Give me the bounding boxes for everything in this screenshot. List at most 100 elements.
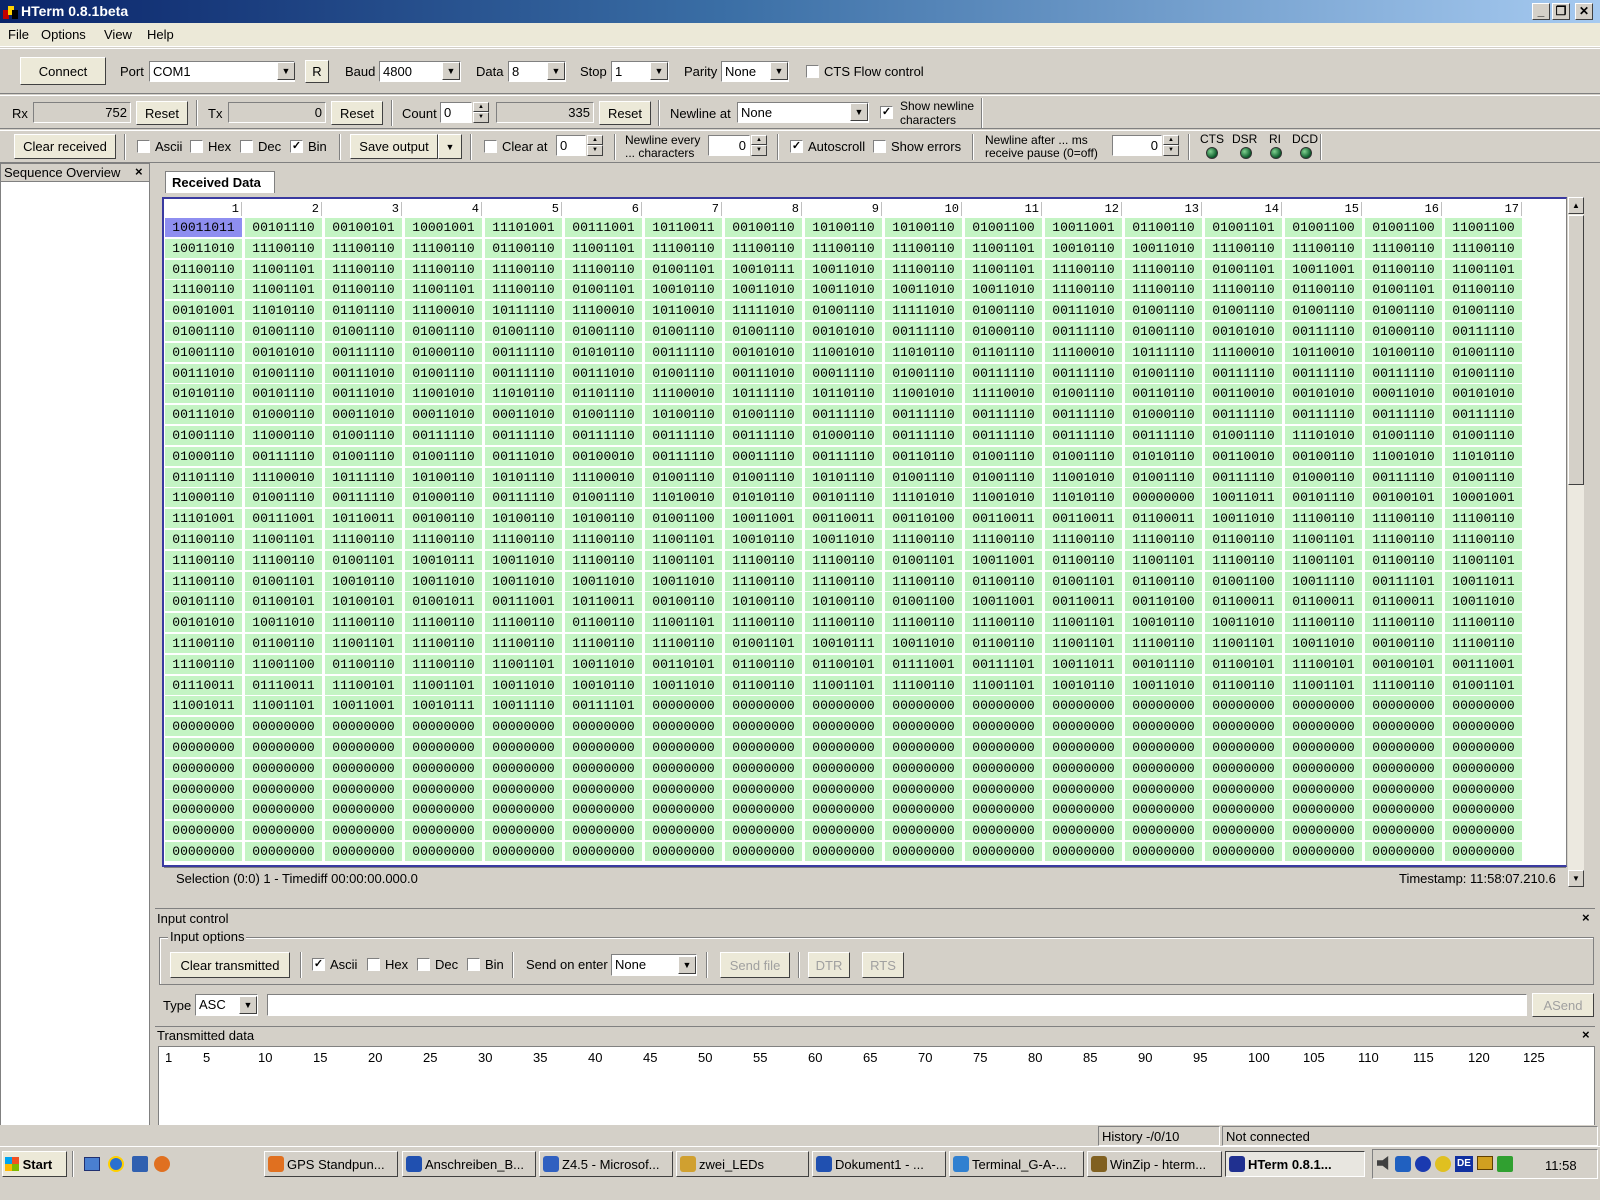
data-cell[interactable]: 10010111 xyxy=(405,696,482,716)
data-cell[interactable]: 11100110 xyxy=(645,238,722,258)
data-cell[interactable]: 00101110 xyxy=(1125,654,1202,674)
data-cell[interactable]: 11001101 xyxy=(245,696,322,716)
data-cell[interactable]: 00000000 xyxy=(565,779,642,799)
data-cell[interactable]: 00000000 xyxy=(1205,758,1282,778)
data-cell[interactable]: 10011010 xyxy=(1205,613,1282,633)
rx-reset-button[interactable]: Reset xyxy=(136,101,188,125)
data-cell[interactable]: 11100110 xyxy=(1125,530,1202,549)
data-cell[interactable]: 10100101 xyxy=(325,592,402,612)
data-cell[interactable]: 01001110 xyxy=(1125,301,1202,321)
data-cell[interactable]: 11100110 xyxy=(485,613,562,633)
data-cell[interactable]: 00000000 xyxy=(485,800,562,820)
spin-up-icon[interactable]: ▲ xyxy=(587,135,603,145)
data-cell[interactable]: 11001101 xyxy=(965,238,1042,258)
data-cell[interactable]: 01000110 xyxy=(1365,322,1442,341)
data-cell[interactable]: 01001101 xyxy=(645,259,722,279)
data-cell[interactable]: 11100110 xyxy=(405,613,482,633)
data-cell[interactable]: 10011010 xyxy=(485,550,562,570)
taskbar-task-7[interactable]: WinZip - hterm... xyxy=(1087,1151,1222,1177)
data-cell[interactable]: 11001010 xyxy=(1045,467,1122,487)
data-cell[interactable]: 01100110 xyxy=(965,571,1042,591)
input-hex-checkbox[interactable] xyxy=(367,958,380,971)
data-cell[interactable]: 00000000 xyxy=(485,842,562,861)
data-cell[interactable]: 11001101 xyxy=(565,238,642,258)
antivirus-icon[interactable] xyxy=(1415,1156,1431,1172)
minimize-icon[interactable]: _ xyxy=(1532,3,1550,20)
data-cell[interactable]: 00100110 xyxy=(645,592,722,612)
data-cell[interactable]: 00000000 xyxy=(965,800,1042,820)
data-cell[interactable]: 10011011 xyxy=(165,218,242,237)
close-icon[interactable]: × xyxy=(1582,910,1590,925)
data-cell[interactable]: 01010110 xyxy=(1125,446,1202,466)
data-cell[interactable]: 11010110 xyxy=(245,301,322,321)
data-cell[interactable]: 01001110 xyxy=(1045,384,1122,404)
data-cell[interactable]: 00000000 xyxy=(1365,821,1442,841)
data-cell[interactable]: 00000000 xyxy=(965,758,1042,778)
data-cell[interactable]: 11111010 xyxy=(885,301,962,321)
data-cell[interactable]: 00000000 xyxy=(245,821,322,841)
data-cell[interactable]: 11001101 xyxy=(1045,634,1122,653)
data-cell[interactable]: 00000000 xyxy=(1445,821,1522,841)
data-cell[interactable]: 11100110 xyxy=(405,238,482,258)
data-cell[interactable]: 11010110 xyxy=(1445,446,1522,466)
data-cell[interactable]: 00000000 xyxy=(405,779,482,799)
data-cell[interactable]: 00000000 xyxy=(725,696,802,716)
data-cell[interactable]: 00000000 xyxy=(405,738,482,757)
data-cell[interactable]: 11110010 xyxy=(965,384,1042,404)
data-cell[interactable]: 01100110 xyxy=(1045,550,1122,570)
data-cell[interactable]: 00000000 xyxy=(1125,842,1202,861)
data-cell[interactable]: 00000000 xyxy=(1205,800,1282,820)
data-cell[interactable]: 00000000 xyxy=(965,717,1042,737)
data-cell[interactable]: 00000000 xyxy=(1045,717,1122,737)
data-cell[interactable]: 01000110 xyxy=(805,426,882,445)
data-cell[interactable]: 00000000 xyxy=(1205,821,1282,841)
data-cell[interactable]: 00000000 xyxy=(805,758,882,778)
data-cell[interactable]: 10011010 xyxy=(885,280,962,300)
data-cell[interactable]: 01001110 xyxy=(565,322,642,341)
data-cell[interactable]: 10111110 xyxy=(485,301,562,321)
data-cell[interactable]: 11100101 xyxy=(1285,654,1362,674)
data-cell[interactable]: 11001101 xyxy=(405,280,482,300)
data-cell[interactable]: 00000000 xyxy=(565,800,642,820)
data-cell[interactable]: 00111110 xyxy=(1045,363,1122,383)
data-cell[interactable]: 11100010 xyxy=(1045,342,1122,362)
data-cell[interactable]: 10011011 xyxy=(1445,571,1522,591)
data-cell[interactable]: 00111010 xyxy=(165,363,242,383)
chevron-down-icon[interactable]: ▼ xyxy=(277,62,295,80)
data-cell[interactable]: 01100110 xyxy=(165,530,242,549)
data-cell[interactable]: 11100110 xyxy=(565,550,642,570)
data-cell[interactable]: 00000000 xyxy=(1045,779,1122,799)
data-cell[interactable]: 00111110 xyxy=(965,405,1042,425)
data-cell[interactable]: 00101010 xyxy=(1445,384,1522,404)
data-cell[interactable]: 10011010 xyxy=(1125,675,1202,695)
data-cell[interactable]: 00000000 xyxy=(725,779,802,799)
data-cell[interactable]: 01000110 xyxy=(165,446,242,466)
data-cell[interactable]: 10110010 xyxy=(1285,342,1362,362)
spin-up-icon[interactable]: ▲ xyxy=(1163,135,1179,145)
data-cell[interactable]: 00000000 xyxy=(1285,717,1362,737)
data-cell[interactable]: 11010010 xyxy=(645,488,722,508)
data-cell[interactable]: 01001100 xyxy=(1205,571,1282,591)
data-cell[interactable]: 01001101 xyxy=(725,634,802,653)
data-cell[interactable]: 11100110 xyxy=(1445,509,1522,529)
data-cell[interactable]: 11001010 xyxy=(805,342,882,362)
data-cell[interactable]: 10100110 xyxy=(805,218,882,237)
data-cell[interactable]: 01000110 xyxy=(965,322,1042,341)
data-cell[interactable]: 00000000 xyxy=(165,738,242,757)
data-cell[interactable]: 00000000 xyxy=(1445,717,1522,737)
data-cell[interactable]: 11100110 xyxy=(565,634,642,653)
data-cell[interactable]: 00000000 xyxy=(725,717,802,737)
data-cell[interactable]: 01001100 xyxy=(965,218,1042,237)
data-cell[interactable]: 11001010 xyxy=(405,384,482,404)
tab-received-data[interactable]: Received Data xyxy=(165,171,275,193)
data-cell[interactable]: 11100110 xyxy=(245,238,322,258)
data-cell[interactable]: 11100110 xyxy=(1285,509,1362,529)
data-cell[interactable]: 10100110 xyxy=(1365,342,1442,362)
input-ascii-checkbox[interactable]: ✓ xyxy=(312,958,325,971)
data-cell[interactable]: 00000000 xyxy=(565,738,642,757)
data-cell[interactable]: 10110011 xyxy=(645,218,722,237)
data-cell[interactable]: 01000110 xyxy=(245,405,322,425)
data-cell[interactable]: 11001101 xyxy=(405,675,482,695)
data-cell[interactable]: 00111110 xyxy=(1285,363,1362,383)
chevron-down-icon[interactable]: ▼ xyxy=(678,956,696,974)
